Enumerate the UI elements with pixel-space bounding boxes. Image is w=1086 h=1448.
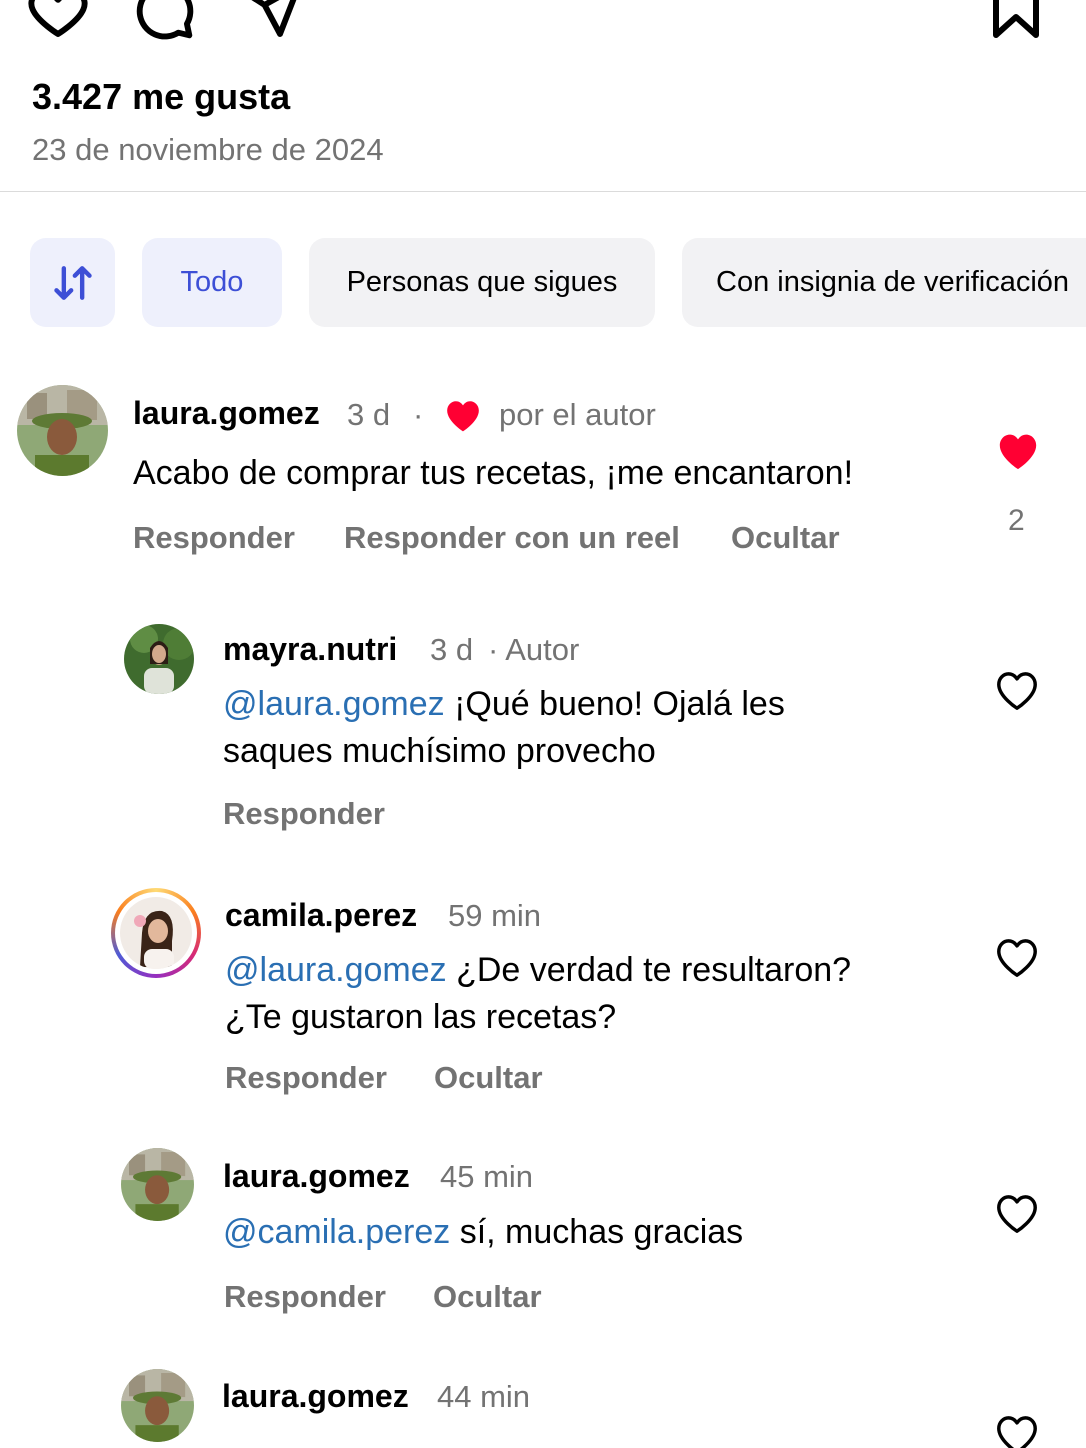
avatar-story-ring[interactable] (111, 888, 201, 978)
avatar (120, 897, 192, 969)
reply-button[interactable]: Responder (225, 1060, 387, 1096)
heart-filled-icon[interactable] (996, 431, 1040, 471)
filter-chip-following[interactable]: Personas que sigues (309, 238, 655, 327)
heart-outline-icon[interactable] (994, 1412, 1040, 1448)
filter-chip-verified[interactable]: Con insignia de verificación (682, 238, 1086, 327)
author-like-label: por el autor (499, 397, 656, 432)
avatar[interactable] (121, 1148, 194, 1221)
reply-username[interactable]: camila.perez (225, 897, 417, 934)
heart-outline-icon[interactable] (994, 1191, 1040, 1235)
comment-text: Acabo de comprar tus recetas, ¡me encant… (133, 454, 854, 492)
like-icon[interactable] (26, 0, 90, 42)
reply-text-line1: @laura.gomez ¿De verdad te resultaron? (225, 951, 852, 989)
reply-text-line2: saques muchísimo provecho (223, 732, 656, 770)
reply-button[interactable]: Responder (133, 520, 295, 556)
meta-separator: · (413, 397, 424, 432)
likes-count[interactable]: 3.427 me gusta (32, 76, 290, 118)
reply-with-reel-button[interactable]: Responder con un reel (344, 520, 680, 556)
share-icon[interactable] (240, 0, 304, 42)
avatar[interactable] (17, 385, 108, 476)
reply-username[interactable]: mayra.nutri (223, 631, 397, 668)
divider (0, 191, 1086, 192)
sort-button[interactable] (30, 238, 115, 327)
hide-button[interactable]: Ocultar (434, 1060, 543, 1096)
reply-username[interactable]: laura.gomez (223, 1158, 410, 1195)
reply-text-line2: ¿Te gustaron las recetas? (225, 998, 617, 1036)
reply-time: 45 min (440, 1159, 534, 1194)
author-heart-icon (444, 398, 482, 433)
post-date: 23 de noviembre de 2024 (32, 132, 384, 167)
mention-link[interactable]: @laura.gomez (225, 951, 447, 989)
comment-icon[interactable] (132, 0, 196, 42)
heart-outline-icon[interactable] (994, 935, 1040, 979)
heart-outline-icon[interactable] (994, 668, 1040, 712)
comment-time: 3 d (347, 397, 391, 432)
mention-link[interactable]: @camila.perez (223, 1213, 450, 1251)
avatar[interactable] (121, 1369, 194, 1442)
bookmark-icon[interactable] (986, 0, 1046, 42)
reply-time: 3 d (430, 632, 474, 667)
reply-time: 59 min (448, 898, 542, 933)
reply-button[interactable]: Responder (223, 796, 385, 832)
mention-link[interactable]: @laura.gomez (223, 685, 445, 723)
avatar[interactable] (124, 624, 194, 694)
hide-button[interactable]: Ocultar (433, 1279, 542, 1315)
avatar-ring-gap (115, 892, 197, 974)
comment-username[interactable]: laura.gomez (133, 395, 320, 432)
hide-button[interactable]: Ocultar (731, 520, 840, 556)
like-count: 2 (1008, 504, 1025, 537)
reply-text-line1: @camila.perez sí, muchas gracias (223, 1213, 744, 1251)
reply-username[interactable]: laura.gomez (222, 1378, 409, 1415)
reply-time: 44 min (437, 1379, 531, 1414)
filter-chip-todo[interactable]: Todo (142, 238, 282, 327)
sort-arrows-icon (51, 261, 95, 305)
reply-text-line1: @laura.gomez ¡Qué bueno! Ojalá les (223, 685, 785, 723)
author-badge: · Autor (488, 632, 580, 667)
reply-button[interactable]: Responder (224, 1279, 386, 1315)
